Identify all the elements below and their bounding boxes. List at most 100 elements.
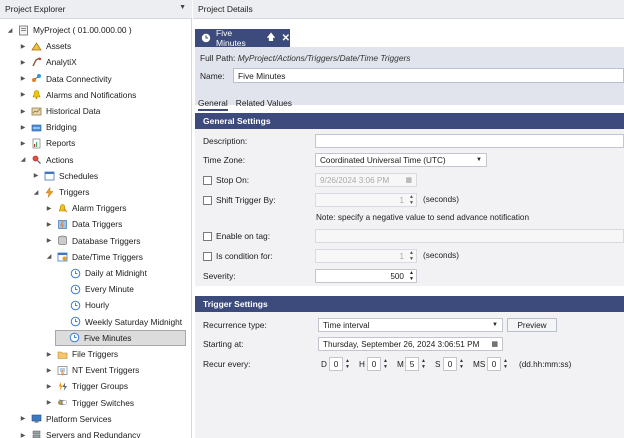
recurrence-value: Time interval — [323, 320, 370, 330]
tree-item-five-minutes[interactable]: Five Minutes — [55, 329, 186, 346]
calendar-icon[interactable]: ▦ — [491, 340, 498, 348]
tree-item-actions[interactable]: ◢ Actions — [18, 152, 74, 168]
expand-arrow-icon[interactable]: ▶ — [18, 124, 28, 131]
shift-unit: (seconds) — [423, 195, 459, 204]
stopon-checkbox[interactable] — [203, 175, 212, 185]
pin-icon[interactable]: 🡅 — [266, 30, 275, 46]
expand-arrow-icon[interactable]: ▶ — [44, 221, 54, 228]
tab-general[interactable]: General — [198, 98, 228, 111]
tree-item-analytix[interactable]: ▶ AnalytiX — [18, 54, 77, 70]
stepper-arrows-icon[interactable]: ▲ ▼ — [345, 358, 350, 370]
shift-stepper[interactable]: 1 ▲ ▼ — [315, 193, 417, 207]
timezone-value: Coordinated Universal Time (UTC) — [320, 155, 446, 165]
expand-arrow-icon[interactable]: ▶ — [18, 75, 28, 82]
tree-item-data-connectivity[interactable]: ▶ Data Connectivity — [18, 71, 112, 87]
tree-item-data-triggers[interactable]: ▶ Data Triggers — [44, 216, 123, 232]
tree-item-file-triggers[interactable]: ▶ File Triggers — [44, 346, 118, 362]
is-condition-checkbox[interactable] — [203, 251, 212, 261]
tree-item-nt-event-triggers[interactable]: ▶ NT Event Triggers — [44, 362, 139, 378]
timezone-select[interactable]: Coordinated Universal Time (UTC) ▼ — [315, 153, 487, 167]
tree-item-every-minute[interactable]: Every Minute — [57, 281, 134, 297]
tree-item-platform-services[interactable]: ▶ Platform Services — [18, 411, 112, 427]
tree-item-label: Bridging — [46, 122, 77, 133]
tree-item-schedules[interactable]: ▶ Schedules — [31, 168, 98, 184]
tree-item-servers-and-redundancy[interactable]: ▶ Servers and Redundancy — [18, 427, 141, 438]
tree-item-hourly[interactable]: Hourly — [57, 297, 109, 313]
stepper-arrows-icon[interactable]: ▲ ▼ — [503, 358, 508, 370]
tree-item-database-triggers[interactable]: ▶ Database Triggers — [44, 233, 141, 249]
shift-checkbox[interactable] — [203, 195, 212, 205]
starting-datetime[interactable]: Thursday, September 26, 2024 3:06:51 PM … — [318, 337, 503, 351]
tree-item-alarm-triggers[interactable]: ▶ Alarm Triggers — [44, 200, 127, 216]
tab-related-values[interactable]: Related Values — [236, 98, 292, 111]
tree-item-alarms-and-notifications[interactable]: ▶ Alarms and Notifications — [18, 87, 137, 103]
expand-arrow-icon[interactable]: ▶ — [44, 367, 54, 374]
tree-item-trigger-switches[interactable]: ▶ Trigger Switches — [44, 395, 134, 411]
collapse-arrow-icon[interactable]: ◢ — [18, 156, 28, 163]
tree-item-bridging[interactable]: ▶ Bridging — [18, 119, 77, 135]
tree-item-weekly-saturday-midnight[interactable]: Weekly Saturday Midnight — [57, 314, 182, 330]
expand-arrow-icon[interactable]: ▶ — [44, 399, 54, 406]
recur-d-input[interactable]: 0 — [329, 357, 343, 371]
enable-tag-checkbox[interactable] — [203, 231, 212, 241]
tree-item-triggers[interactable]: ◢ Triggers — [31, 184, 89, 200]
close-icon[interactable]: ✕ — [282, 33, 290, 44]
stepper-arrows-icon[interactable]: ▲ ▼ — [459, 358, 464, 370]
analytix-icon — [31, 57, 42, 68]
expand-arrow-icon[interactable]: ▶ — [18, 43, 28, 50]
collapse-arrow-icon[interactable]: ◢ — [5, 27, 15, 34]
recur-s-input[interactable]: 0 — [443, 357, 457, 371]
timezone-label: Time Zone: — [203, 155, 246, 165]
tree-item-date-time-triggers[interactable]: ◢ Date/Time Triggers — [44, 249, 143, 265]
collapse-arrow-icon[interactable]: ◢ — [44, 253, 54, 260]
expand-arrow-icon[interactable]: ▶ — [44, 205, 54, 212]
recur-format-hint: (dd.hh:mm:ss) — [519, 359, 572, 369]
expand-arrow-icon[interactable]: ▶ — [31, 172, 41, 179]
is-condition-stepper[interactable]: 1 ▲ ▼ — [315, 249, 417, 263]
data-connectivity-icon — [31, 73, 42, 84]
fullpath-row: Full Path: MyProject/Actions/Triggers/Da… — [200, 53, 410, 63]
expand-arrow-icon[interactable]: ▶ — [18, 108, 28, 115]
expand-arrow-icon[interactable]: ▶ — [18, 432, 28, 438]
chevron-down-icon[interactable]: ▼ — [179, 4, 186, 11]
stopon-datetime[interactable]: 9/26/2024 3:06 PM ▦ — [315, 173, 417, 187]
document-tab-five-minutes[interactable]: Five Minutes 🡅 ✕ — [195, 28, 290, 48]
expand-arrow-icon[interactable]: ▶ — [18, 91, 28, 98]
tree-item-historical-data[interactable]: ▶ Historical Data — [18, 103, 101, 119]
clock-icon — [69, 332, 80, 343]
enable-tag-input[interactable] — [315, 229, 624, 243]
stepper-arrows-icon[interactable]: ▲ ▼ — [421, 358, 426, 370]
severity-stepper[interactable]: 500 ▲ ▼ — [315, 269, 417, 283]
expand-arrow-icon[interactable]: ▶ — [18, 59, 28, 66]
starting-label: Starting at: — [203, 339, 244, 349]
tree-item-reports[interactable]: ▶ Reports — [18, 135, 76, 151]
recur-h-input[interactable]: 0 — [367, 357, 381, 371]
stepper-arrows-icon[interactable]: ▲ ▼ — [409, 250, 414, 262]
recurrence-label: Recurrence type: — [203, 320, 267, 330]
description-input[interactable] — [315, 134, 624, 148]
expand-arrow-icon[interactable]: ▶ — [18, 415, 28, 422]
recurrence-select[interactable]: Time interval ▼ — [318, 318, 503, 332]
tree-item-daily-at-midnight[interactable]: Daily at Midnight — [57, 265, 147, 281]
stepper-arrows-icon[interactable]: ▲ ▼ — [409, 270, 414, 282]
expand-arrow-icon[interactable]: ▶ — [44, 351, 54, 358]
tree-item-trigger-groups[interactable]: ▶ Trigger Groups — [44, 378, 128, 394]
file-triggers-icon — [57, 349, 68, 360]
expand-arrow-icon[interactable]: ▶ — [44, 383, 54, 390]
recur-unit-d: D — [321, 359, 327, 369]
expand-arrow-icon[interactable]: ▶ — [18, 140, 28, 147]
stepper-arrows-icon[interactable]: ▲ ▼ — [383, 358, 388, 370]
collapse-arrow-icon[interactable]: ◢ — [31, 189, 41, 196]
trigger-settings-form: Recurrence type: Time interval ▼ Preview… — [195, 312, 624, 438]
tree-item-label: Triggers — [59, 187, 90, 197]
stepper-arrows-icon[interactable]: ▲ ▼ — [409, 194, 414, 206]
preview-button[interactable]: Preview — [507, 318, 557, 332]
recur-ms-input[interactable]: 0 — [487, 357, 501, 371]
tree-item-label: Data Triggers — [72, 219, 123, 230]
trigger-switches-icon — [57, 397, 68, 408]
tree-item-myproject-01-00-000-00[interactable]: ◢ MyProject ( 01.00.000.00 ) — [5, 22, 132, 38]
tree-item-assets[interactable]: ▶ Assets — [18, 38, 71, 54]
recur-m-input[interactable]: 5 — [405, 357, 419, 371]
expand-arrow-icon[interactable]: ▶ — [44, 237, 54, 244]
name-input[interactable]: Five Minutes — [233, 68, 624, 83]
